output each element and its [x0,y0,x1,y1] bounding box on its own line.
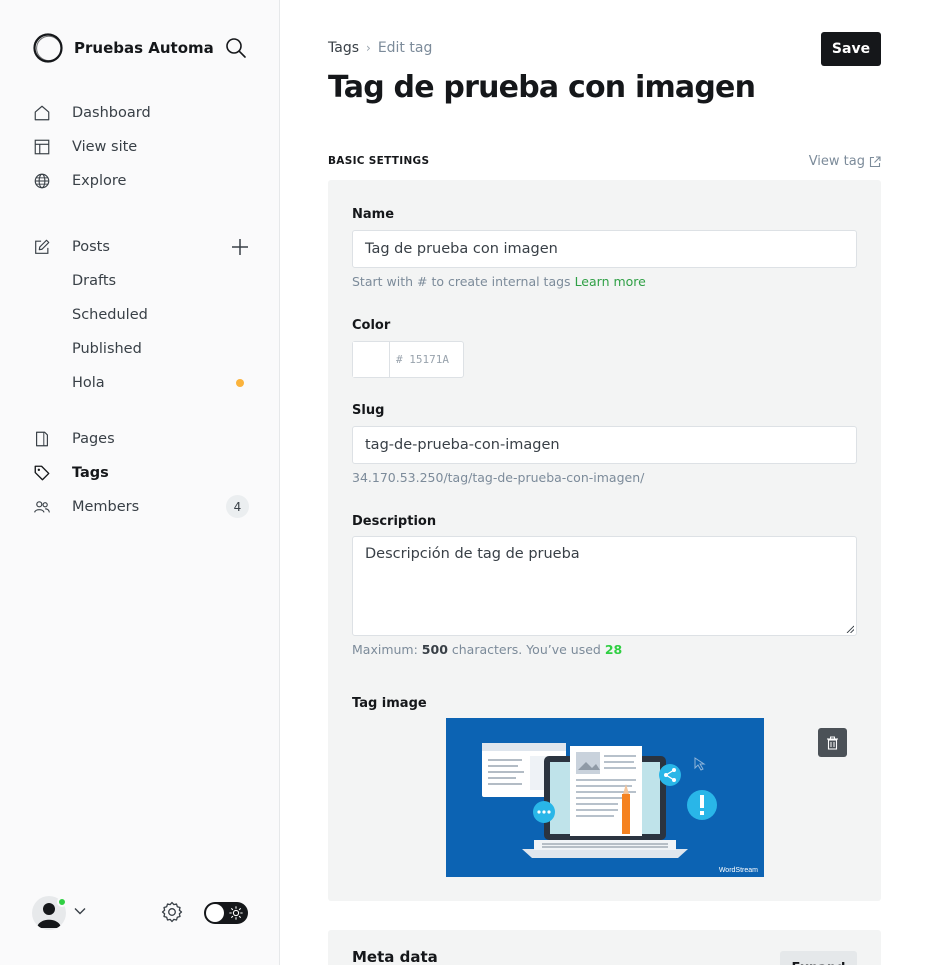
search-icon[interactable] [224,36,248,60]
expand-button[interactable]: Expand [780,951,857,965]
nav-item-view-site[interactable]: View site [32,130,252,164]
name-label: Name [352,207,395,222]
nav-item-members[interactable]: Members 4 [32,490,252,524]
color-label: Color [352,318,391,333]
nav-label: Tags [72,465,109,481]
desc-char-count: 28 [604,642,623,657]
description-hint: Maximum: 500 characters. You’ve used 28 [352,642,622,657]
nav-label: Posts [72,239,110,255]
status-dot [236,379,244,387]
desc-hint-mid: characters. You’ve used [451,642,601,657]
name-hint-text: Start with # to create internal tags [352,274,571,289]
sun-icon [229,906,243,920]
external-link-icon [869,155,881,167]
description-text: Descripción de tag de prueba [365,546,580,562]
nav-item-hola[interactable]: Hola [32,366,252,400]
share-bubble-icon [659,764,681,786]
trash-icon [827,736,838,750]
breadcrumb: Tags › Edit tag [328,40,432,56]
alert-bubble-icon [687,790,717,820]
save-button[interactable]: Save [821,32,881,66]
slug-label: Slug [352,403,385,418]
meta-data-title: Meta data [352,948,438,965]
tag-image-preview[interactable]: WordStream [446,718,764,877]
nav-posts: Posts Drafts Scheduled Published Hola [32,230,252,400]
view-tag-link[interactable]: View tag [809,154,881,169]
slug-url-preview: 34.170.53.250/tag/tag-de-prueba-con-imag… [352,470,645,485]
site-brand[interactable]: Pruebas Automa... [32,32,214,64]
tag-image-label: Tag image [352,696,427,711]
slug-input[interactable]: tag-de-prueba-con-imagen [352,426,857,464]
nav-label: View site [72,139,138,155]
nav-label: Explore [72,173,127,189]
color-hex-input[interactable]: # 15171A [390,342,449,377]
image-watermark: WordStream [719,867,758,874]
nav-label: Members [72,499,140,515]
section-label: BASIC SETTINGS [328,155,430,167]
nav-item-pages[interactable]: Pages [32,422,252,456]
members-icon [32,497,52,517]
breadcrumb-current: Edit tag [377,40,433,56]
home-icon [32,103,52,123]
nav-item-published[interactable]: Published [32,332,252,366]
name-input[interactable]: Tag de prueba con imagen [352,230,857,268]
chevron-right-icon: › [366,41,371,55]
site-title: Pruebas Automa... [74,39,214,57]
globe-icon [32,171,52,191]
color-swatch[interactable] [353,342,390,377]
nav-item-posts[interactable]: Posts [32,230,252,264]
view-tag-label: View tag [808,154,865,169]
breadcrumb-tags-link[interactable]: Tags [328,40,359,56]
nav-item-drafts[interactable]: Drafts [32,264,252,298]
meta-data-panel: Meta data Expand [328,930,881,965]
gear-icon[interactable] [160,900,184,924]
description-textarea[interactable]: Descripción de tag de prueba [352,536,857,636]
name-hint: Start with # to create internal tags Lea… [352,274,646,289]
online-status-dot [57,897,67,907]
nav-main: Dashboard View site Explore [32,96,252,198]
paper-illustration [570,746,642,836]
edit-icon [32,237,52,257]
nav-label: Hola [72,375,105,391]
theme-toggle[interactable] [204,902,248,924]
desc-hint-prefix: Maximum: [352,642,418,657]
nav-label: Drafts [72,273,117,289]
sidebar: Pruebas Automa... Dashboard View site Ex… [0,0,280,965]
description-label: Description [352,514,437,529]
toggle-knob [206,904,224,922]
resize-grip-icon[interactable] [846,625,854,633]
nav-label: Pages [72,431,115,447]
nav-label: Scheduled [72,307,148,323]
learn-more-link[interactable]: Learn more [575,274,646,289]
tag-icon [32,463,52,483]
page-icon [32,429,52,449]
basic-settings-panel: Name Tag de prueba con imagen Start with… [328,180,881,901]
nav-item-tags[interactable]: Tags [32,456,252,490]
color-field[interactable]: # 15171A [352,341,464,378]
page-title: Tag de prueba con imagen [328,70,756,105]
main-content: Tags › Edit tag Save Tag de prueba con i… [281,0,929,965]
new-post-plus-icon[interactable] [230,237,250,257]
delete-image-button[interactable] [818,728,847,757]
nav-item-scheduled[interactable]: Scheduled [32,298,252,332]
nav-secondary: Pages Tags Members 4 [32,422,252,524]
nav-label: Dashboard [72,105,151,121]
layout-icon [32,137,52,157]
nav-item-dashboard[interactable]: Dashboard [32,96,252,130]
site-logo-icon [33,33,63,63]
chevron-down-icon[interactable] [73,904,87,918]
nav-item-explore[interactable]: Explore [32,164,252,198]
members-count-badge: 4 [226,495,249,518]
chat-bubble-icon [533,801,555,823]
desc-hint-max: 500 [421,642,448,657]
basic-settings-header: BASIC SETTINGS View tag [328,154,881,170]
nav-label: Published [72,341,142,357]
